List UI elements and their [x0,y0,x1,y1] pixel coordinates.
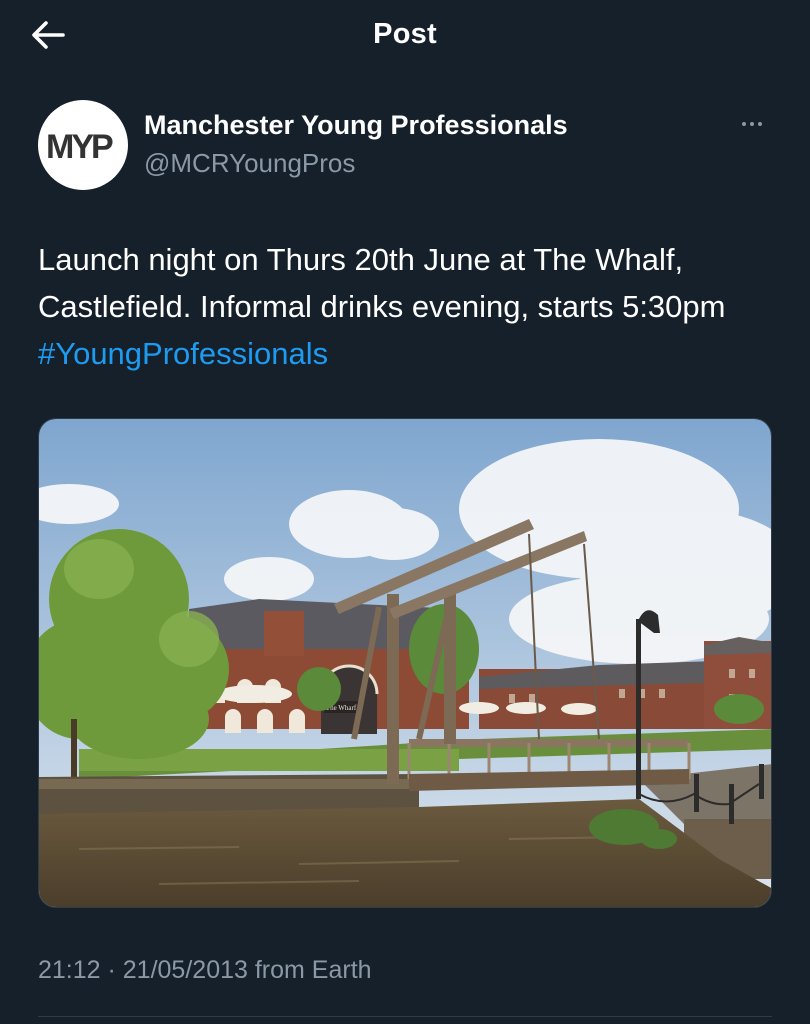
post-timestamp[interactable]: 21:12 · 21/05/2013 from Earth [38,956,372,985]
post-text-body: Launch night on Thurs 20th June at The W… [38,242,726,324]
page-title: Post [373,18,437,50]
post-text: Launch night on Thurs 20th June at The W… [38,236,778,377]
svg-text:MYP: MYP [46,128,113,165]
display-name[interactable]: Manchester Young Professionals [144,110,568,141]
top-bar: Post [0,0,810,70]
more-horizontal-icon [742,122,746,126]
more-options-button[interactable] [732,112,772,136]
post-author: MYP Manchester Young Professionals @MCRY… [38,100,772,190]
canal-photo: The Wharf [39,419,771,907]
post-image[interactable]: The Wharf [38,418,772,908]
hashtag-link[interactable]: #YoungProfessionals [38,336,328,371]
myp-logo: MYP [46,128,116,165]
avatar[interactable]: MYP [38,100,128,190]
user-handle[interactable]: @MCRYoungPros [144,148,355,179]
divider [38,1016,772,1017]
